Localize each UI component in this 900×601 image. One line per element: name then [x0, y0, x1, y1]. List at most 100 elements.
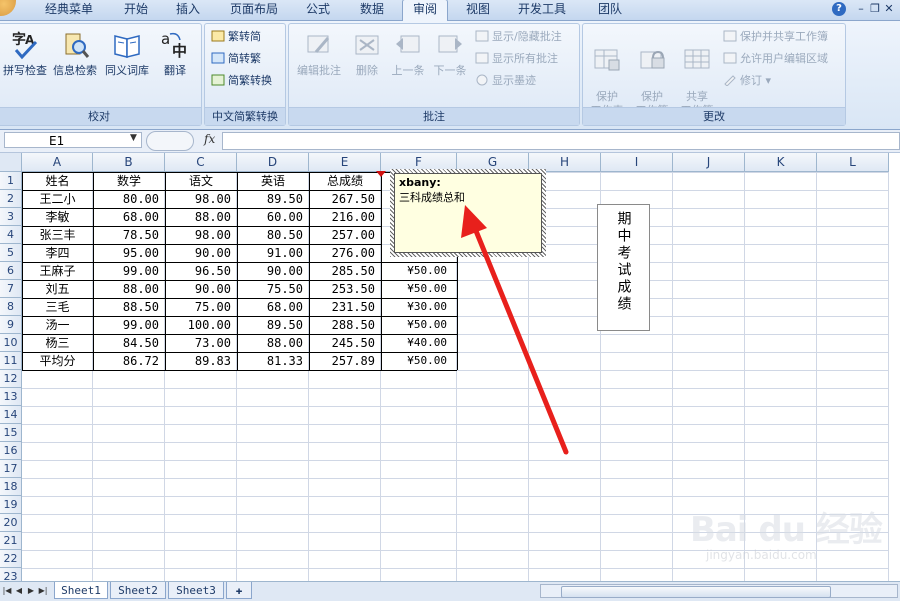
track-changes-button[interactable]: 修订 ▾ [723, 72, 771, 90]
row-header-20[interactable]: 20 [0, 514, 22, 532]
thesaurus-button[interactable]: 同义词库 [101, 28, 153, 78]
minimize-icon[interactable]: – [854, 2, 868, 16]
row-header-21[interactable]: 21 [0, 532, 22, 550]
allow-edit-ranges-button[interactable]: 允许用户编辑区域 [723, 50, 828, 68]
column-header-D[interactable]: D [237, 153, 309, 172]
insert-function-icon[interactable]: fx [204, 132, 215, 146]
tab-team[interactable]: 团队 [590, 0, 630, 20]
first-sheet-icon[interactable]: |◀ [2, 585, 12, 597]
row-header-1[interactable]: 1 [0, 172, 22, 190]
track-changes-label: 修订 [740, 74, 762, 87]
close-icon[interactable]: ✕ [882, 2, 896, 16]
delete-comment-button[interactable]: 删除 [347, 28, 387, 78]
row-header-11[interactable]: 11 [0, 352, 22, 370]
trad-to-simp-button[interactable]: 繁转简 [211, 28, 261, 46]
svg-text:字: 字 [12, 31, 26, 48]
comment-indicator-icon[interactable] [376, 171, 386, 177]
toggle-comment-label: 显示/隐藏批注 [492, 30, 562, 43]
track-changes-dropdown-icon: ▾ [765, 74, 772, 87]
row-header-16[interactable]: 16 [0, 442, 22, 460]
comment-box[interactable]: xbany: 三科成绩总和 [394, 173, 542, 253]
tab-page-layout[interactable]: 页面布局 [222, 0, 286, 20]
formula-input[interactable] [222, 132, 900, 150]
spell-check-button[interactable]: 字A 拼写检查 [1, 28, 49, 78]
tab-insert[interactable]: 插入 [168, 0, 208, 20]
research-icon [49, 28, 101, 62]
thesaurus-label: 同义词库 [105, 64, 149, 77]
previous-comment-button[interactable]: 上一条 [387, 28, 429, 78]
row-header-14[interactable]: 14 [0, 406, 22, 424]
row-header-17[interactable]: 17 [0, 460, 22, 478]
sheet-tab-1[interactable]: Sheet1 [54, 582, 108, 599]
help-icon[interactable]: ? [832, 2, 846, 16]
group-proofing-label: 校对 [0, 107, 201, 125]
svg-text:中: 中 [172, 42, 187, 60]
column-header-A[interactable]: A [22, 153, 93, 172]
text-box[interactable]: 期中考试成绩 [597, 204, 650, 331]
research-button[interactable]: 信息检索 [49, 28, 101, 78]
column-header-K[interactable]: K [745, 153, 817, 172]
conversion-button[interactable]: 简繁转换 [211, 72, 272, 90]
watermark-url: jingyan.baidu.com [706, 548, 817, 562]
insert-sheet-icon[interactable]: ✚ [226, 582, 252, 599]
row-header-22[interactable]: 22 [0, 550, 22, 568]
protect-share-button[interactable]: 保护并共享工作簿 [723, 28, 828, 46]
horizontal-scrollbar[interactable] [540, 584, 898, 598]
translate-icon: a中 [153, 28, 197, 62]
show-all-comments-button[interactable]: 显示所有批注 [475, 50, 558, 68]
row-header-3[interactable]: 3 [0, 208, 22, 226]
tab-classic-menu[interactable]: 经典菜单 [34, 0, 104, 20]
sheet-tab-2[interactable]: Sheet2 [110, 582, 166, 599]
toggle-comment-button[interactable]: 显示/隐藏批注 [475, 28, 562, 46]
prev-sheet-icon[interactable]: ◀ [14, 585, 24, 597]
sheet-tab-3[interactable]: Sheet3 [168, 582, 224, 599]
row-header-6[interactable]: 6 [0, 262, 22, 280]
scrollbar-thumb[interactable] [561, 586, 831, 598]
tab-home[interactable]: 开始 [116, 0, 156, 20]
row-header-10[interactable]: 10 [0, 334, 22, 352]
row-header-12[interactable]: 12 [0, 370, 22, 388]
last-sheet-icon[interactable]: ▶| [38, 585, 48, 597]
show-ink-button[interactable]: 显示墨迹 [475, 72, 536, 90]
column-header-C[interactable]: C [165, 153, 237, 172]
row-header-18[interactable]: 18 [0, 478, 22, 496]
edit-comment-button[interactable]: 编辑批注 [291, 28, 347, 78]
row-header-19[interactable]: 19 [0, 496, 22, 514]
row-header-4[interactable]: 4 [0, 226, 22, 244]
next-comment-label: 下一条 [433, 64, 467, 77]
tab-data[interactable]: 数据 [350, 0, 394, 20]
column-header-I[interactable]: I [601, 153, 673, 172]
row-header-7[interactable]: 7 [0, 280, 22, 298]
column-header-J[interactable]: J [673, 153, 745, 172]
tab-review[interactable]: 审阅 [402, 0, 448, 21]
column-header-E[interactable]: E [309, 153, 381, 172]
name-box[interactable]: E1 [4, 132, 142, 148]
simp-to-trad-button[interactable]: 简转繁 [211, 50, 261, 68]
previous-comment-label: 上一条 [391, 64, 425, 77]
group-chinese-conversion: 繁转简 简转繁 简繁转换 中文简繁转换 [204, 23, 286, 126]
tab-formulas[interactable]: 公式 [298, 0, 338, 20]
row-header-13[interactable]: 13 [0, 388, 22, 406]
tab-view[interactable]: 视图 [458, 0, 498, 20]
delete-comment-label: 删除 [356, 64, 378, 77]
select-all-corner[interactable] [0, 153, 22, 172]
restore-icon[interactable]: ❐ [868, 2, 882, 16]
row-header-9[interactable]: 9 [0, 316, 22, 334]
name-box-dropdown-icon[interactable]: ▼ [130, 133, 137, 143]
spell-check-icon: 字A [1, 28, 49, 62]
row-header-2[interactable]: 2 [0, 190, 22, 208]
tab-developer[interactable]: 开发工具 [510, 0, 574, 20]
row-header-15[interactable]: 15 [0, 424, 22, 442]
next-sheet-icon[interactable]: ▶ [26, 585, 36, 597]
edit-comment-label: 编辑批注 [297, 64, 341, 77]
watermark-brand: Bai du 经验 [690, 510, 883, 550]
next-comment-button[interactable]: 下一条 [429, 28, 471, 78]
office-button[interactable] [0, 0, 16, 16]
translate-button[interactable]: a中 翻译 [153, 28, 197, 78]
formula-resize-handle[interactable] [146, 131, 194, 151]
column-header-B[interactable]: B [93, 153, 165, 172]
row-header-23[interactable]: 23 [0, 568, 22, 582]
row-header-5[interactable]: 5 [0, 244, 22, 262]
column-header-L[interactable]: L [817, 153, 889, 172]
row-header-8[interactable]: 8 [0, 298, 22, 316]
